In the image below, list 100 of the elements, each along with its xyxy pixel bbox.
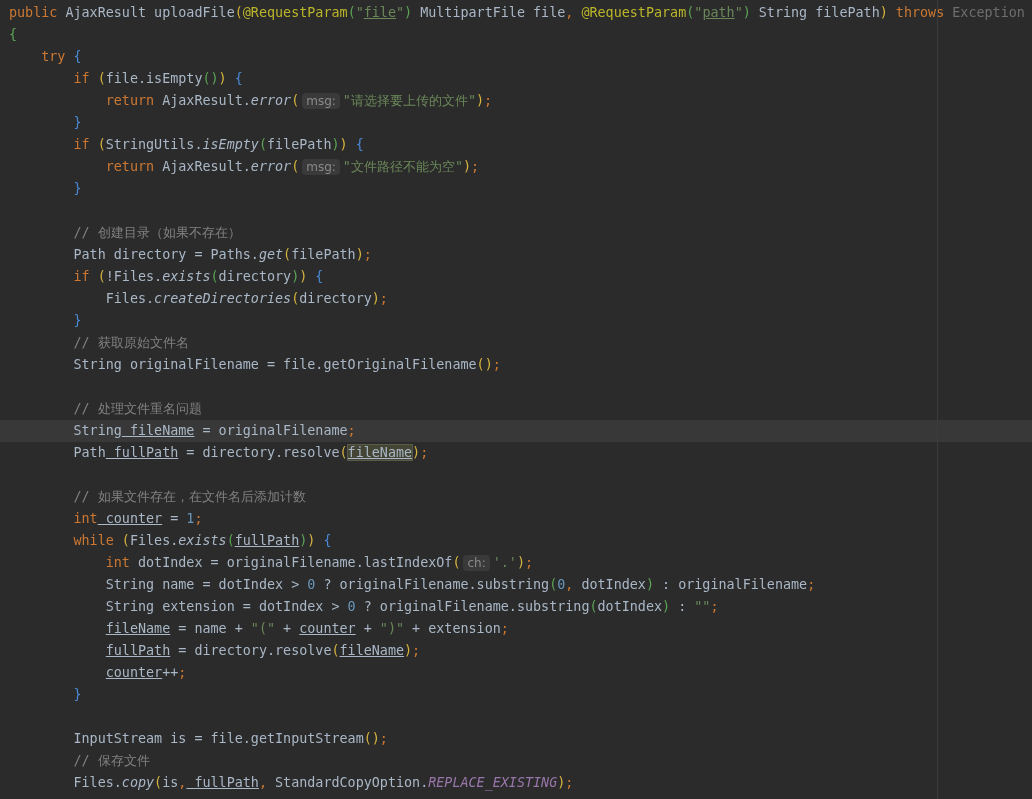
method-name: copy [121,775,155,790]
number-literal: 0 [307,577,316,592]
code-text: StandardCopyOption. [274,775,429,790]
variable: fileName [339,643,405,658]
bracket: ( [234,5,243,20]
string-literal: '.' [492,555,517,570]
code-text: + extension [411,621,501,636]
bracket: ) [331,137,340,152]
code-text: ? originalFilename.substring [362,599,590,614]
code-text: directory [299,291,372,306]
method-name: error [250,93,292,108]
string-literal: "" [694,599,711,614]
bracket: ( [291,291,300,306]
string-literal: " [734,5,743,20]
keyword: int [73,511,98,526]
bracket: ) [662,599,671,614]
punctuation: ; [379,291,388,306]
bracket: } [73,115,82,130]
code-text: String [73,423,122,438]
bracket: ) [557,775,566,790]
code-text: directory [218,269,292,284]
bracket: ) [879,5,888,20]
method-name: isEmpty [202,137,259,152]
code-comment: // 获取原始文件名 [73,335,189,350]
keyword: int [105,555,130,570]
code-comment: // 处理文件重名问题 [73,401,202,416]
method-name: get [258,247,284,262]
code-editor[interactable] [0,0,1032,799]
bracket: ( [589,599,598,614]
punctuation: ; [492,357,501,372]
bracket: { [9,27,18,42]
bracket: ) [404,5,413,20]
bracket: { [322,533,332,548]
code-text: dotIndex = originalFilename.lastIndexOf [136,555,453,570]
keyword: throws [894,5,945,20]
string-literal: "请选择要上传的文件" [342,93,476,108]
punctuation: ; [807,577,816,592]
bracket: ) [307,533,316,548]
code-text: Path [73,445,106,460]
bracket: ( [347,5,356,20]
punctuation: ; [412,643,421,658]
bracket: ( [291,159,300,174]
code-text: filePath [267,137,332,152]
string-literal: " [355,5,364,20]
keyword: if [73,137,90,152]
punctuation: , [258,775,267,790]
bracket: ) [299,269,308,284]
bracket: ) [339,137,348,152]
bracket: ( [258,137,267,152]
code-text: !Files. [105,269,163,284]
bracket: ) [291,269,300,284]
punctuation: , [178,775,187,790]
number-literal: 1 [186,511,195,526]
bracket: ) [516,555,525,570]
bracket: ) [404,643,413,658]
keyword: try [41,49,66,64]
code-text: dotIndex [597,599,662,614]
code-text: = directory.resolve [177,643,332,658]
keyword: public [9,5,58,20]
bracket: ) [462,159,472,174]
code-comment: // 如果文件存在，在文件名后添加计数 [73,489,306,504]
variable: fullPath [234,533,300,548]
parameter-hint: msg: [302,159,340,175]
punctuation: ; [178,665,187,680]
method-name: createDirectories [154,291,292,306]
bracket: } [73,181,82,196]
bracket: ) [218,71,227,86]
code-text: String name = dotIndex > [105,577,301,592]
variable: fullPath [112,445,179,460]
variable: fileName [128,423,195,438]
bracket: { [354,137,364,152]
bracket: ( [291,93,300,108]
code-comment: // 创建目录（如果不存在） [73,225,241,240]
variable: fullPath [105,643,171,658]
bracket: () [476,357,493,372]
punctuation: ; [420,445,429,460]
punctuation: ; [363,247,372,262]
bracket: ) [645,577,654,592]
variable: counter [105,665,163,680]
method-name: exists [178,533,227,548]
bracket: ) [412,445,421,460]
punctuation: ; [347,423,356,438]
punctuation: , [565,5,574,20]
string-literal: " [694,5,703,20]
bracket: ( [210,269,219,284]
code-text: Path directory = Paths. [73,247,259,262]
string-literal: path [702,5,735,20]
punctuation: ; [471,159,480,174]
punctuation: ; [484,93,493,108]
variable: counter [299,621,356,636]
constant-name: REPLACE_EXISTING [428,775,558,790]
bracket: ( [339,445,348,460]
string-literal: " [396,5,405,20]
variable: fileName [347,445,413,460]
method-name: exists [162,269,211,284]
code-text: Files. [73,775,122,790]
keyword: if [73,71,90,86]
code-text: Exception [951,5,1025,20]
code-text: String originalFilename = file.getOriginalFilename [73,357,477,372]
code-text: String extension = dotIndex > [105,599,341,614]
